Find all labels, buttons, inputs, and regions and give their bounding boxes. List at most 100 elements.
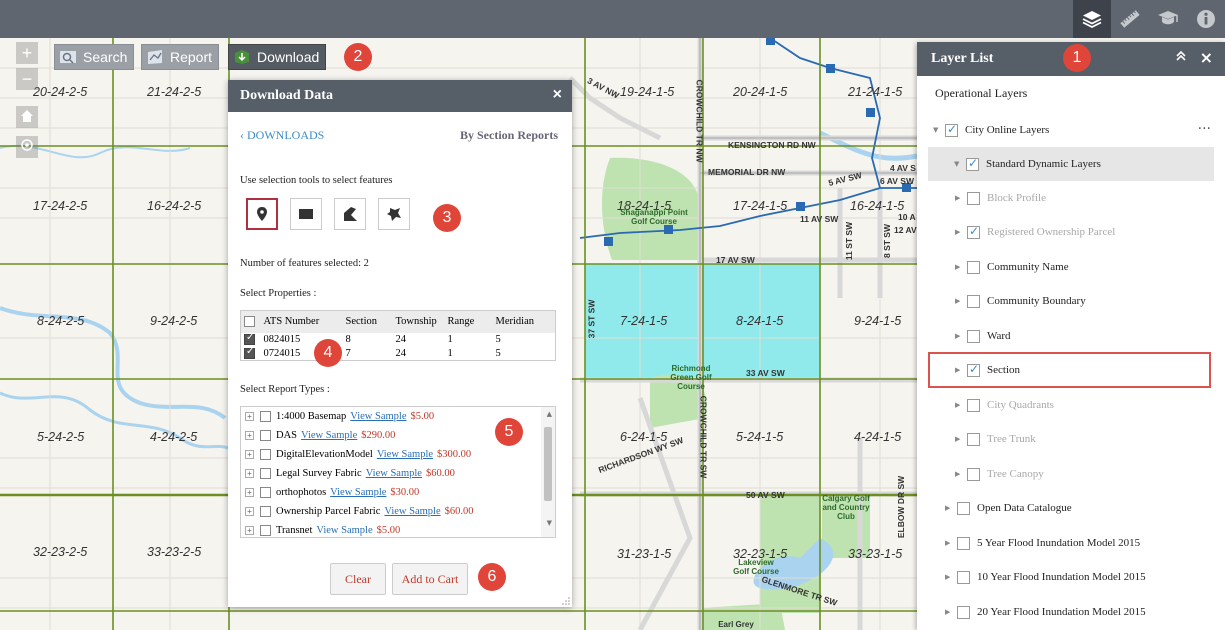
caret-right-icon[interactable]: ▶ [945,504,953,512]
select-all-checkbox[interactable] [244,316,255,328]
layer-checkbox[interactable] [966,156,979,171]
expand-icon[interactable]: + [245,469,254,478]
report-button[interactable]: Report [141,44,220,70]
download-panel-close-button[interactable]: × [553,86,562,104]
layer-row-block-profile[interactable]: ▶ Block Profile [917,181,1225,215]
expand-icon[interactable]: + [245,450,254,459]
caret-right-icon[interactable]: ▶ [955,435,963,443]
layer-list-close-button[interactable]: × [1200,48,1213,67]
scroll-thumb[interactable] [544,427,552,501]
locate-button[interactable] [16,136,38,158]
layer-row-10yr-flood[interactable]: ▶ 10 Year Flood Inundation Model 2015 [917,560,1225,594]
report-type-item[interactable]: + Ownership Parcel Fabric View Sample $6… [245,502,474,521]
layer-checkbox[interactable] [957,501,970,515]
layer-row-5yr-flood[interactable]: ▶ 5 Year Flood Inundation Model 2015 [917,526,1225,560]
layer-row-tree-trunk[interactable]: ▶ Tree Trunk [917,422,1225,456]
caret-down-icon[interactable]: ▼ [954,160,962,168]
caret-down-icon[interactable]: ▼ [933,126,941,134]
report-list-scrollbar[interactable]: ▲ ▼ [541,407,555,537]
view-sample-link[interactable]: View Sample [301,430,357,441]
view-sample-link[interactable]: View Sample [350,411,406,422]
expand-icon[interactable]: + [245,412,254,421]
caret-right-icon[interactable]: ▶ [955,332,963,340]
view-sample-link[interactable]: View Sample [316,525,372,536]
ruler-icon[interactable] [1111,0,1149,38]
report-type-item[interactable]: + orthophotos View Sample $30.00 [245,483,419,502]
graduation-cap-icon[interactable] [1149,0,1187,38]
home-button[interactable] [16,106,38,128]
report-checkbox[interactable] [260,525,271,536]
report-checkbox[interactable] [260,506,271,517]
layer-checkbox[interactable] [967,329,980,343]
info-icon[interactable] [1187,0,1225,38]
row-checkbox[interactable] [244,346,255,359]
layer-checkbox[interactable] [957,570,970,584]
polygon-select-tool[interactable] [334,198,366,230]
clear-button[interactable]: Clear [330,563,386,595]
caret-right-icon[interactable]: ▶ [955,401,963,409]
caret-right-icon[interactable]: ▶ [945,573,953,581]
caret-right-icon[interactable]: ▶ [955,470,963,478]
layer-row-open-data-catalogue[interactable]: ▶ Open Data Catalogue [917,491,1225,525]
point-select-tool[interactable] [246,198,278,230]
rectangle-select-tool[interactable] [290,198,322,230]
caret-right-icon[interactable]: ▶ [945,608,953,616]
view-sample-link[interactable]: View Sample [330,487,386,498]
more-options-icon[interactable]: ··· [1198,121,1211,137]
report-checkbox[interactable] [260,468,271,479]
view-sample-link[interactable]: View Sample [377,449,433,460]
report-checkbox[interactable] [260,430,271,441]
layer-checkbox[interactable] [967,432,980,446]
layer-checkbox[interactable] [945,122,958,137]
zoom-out-button[interactable]: − [16,68,38,90]
scroll-up-icon[interactable]: ▲ [547,410,552,418]
layer-row-community-name[interactable]: ▶ Community Name [917,250,1225,284]
layer-row-ward[interactable]: ▶ Ward [917,319,1225,353]
layers-icon[interactable] [1073,0,1111,38]
layer-row-standard-dynamic-layers[interactable]: ▼ Standard Dynamic Layers [928,147,1214,181]
add-to-cart-button[interactable]: Add to Cart [392,563,468,595]
expand-icon[interactable]: + [245,488,254,497]
report-checkbox[interactable] [260,449,271,460]
layer-row-20yr-flood[interactable]: ▶ 20 Year Flood Inundation Model 2015 [917,595,1225,629]
search-button[interactable]: Search [54,44,135,70]
report-checkbox[interactable] [260,487,271,498]
layer-row-community-boundary[interactable]: ▶ Community Boundary [917,284,1225,318]
layer-checkbox[interactable] [967,260,980,274]
zoom-in-button[interactable]: + [16,42,38,64]
layer-checkbox[interactable] [957,605,970,619]
report-type-item[interactable]: + Transnet View Sample $5.00 [245,521,400,537]
caret-right-icon[interactable]: ▶ [955,228,963,236]
expand-icon[interactable]: + [245,507,254,516]
layer-checkbox[interactable] [967,191,980,205]
caret-right-icon[interactable]: ▶ [955,297,963,305]
expand-icon[interactable]: + [245,431,254,440]
download-button[interactable]: Download [228,44,327,70]
table-row[interactable]: 0724015 7 24 1 5 [241,346,556,361]
layer-row-city-online-layers[interactable]: ▼ City Online Layers ··· [917,113,1225,147]
layer-row-registered-ownership-parcel[interactable]: ▶ Registered Ownership Parcel [917,215,1225,249]
layer-row-city-quadrants[interactable]: ▶ City Quadrants [917,388,1225,422]
caret-right-icon[interactable]: ▶ [955,263,963,271]
resize-handle-icon[interactable] [562,597,570,605]
scroll-down-icon[interactable]: ▼ [547,519,552,527]
caret-right-icon[interactable]: ▶ [955,194,963,202]
layer-checkbox[interactable] [967,467,980,481]
caret-right-icon[interactable]: ▶ [945,539,953,547]
report-checkbox[interactable] [260,411,271,422]
report-type-item[interactable]: + 1:4000 Basemap View Sample $5.00 [245,407,434,426]
layer-checkbox[interactable] [957,536,970,550]
view-sample-link[interactable]: View Sample [366,468,422,479]
report-type-item[interactable]: + DAS View Sample $290.00 [245,426,395,445]
layer-row-tree-canopy[interactable]: ▶ Tree Canopy [917,457,1225,491]
layer-checkbox[interactable] [967,224,980,239]
table-row[interactable]: 0824015 8 24 1 5 [241,332,556,347]
layer-checkbox[interactable] [967,294,980,308]
row-checkbox[interactable] [244,332,255,346]
report-type-item[interactable]: + Legal Survey Fabric View Sample $60.00 [245,464,455,483]
view-sample-link[interactable]: View Sample [384,506,440,517]
downloads-back-link[interactable]: ‹ DOWNLOADS [240,128,324,142]
report-type-item[interactable]: + DigitalElevationModel View Sample $300… [245,445,471,464]
collapse-panel-button[interactable] [1175,50,1187,66]
layer-checkbox[interactable] [967,398,980,412]
